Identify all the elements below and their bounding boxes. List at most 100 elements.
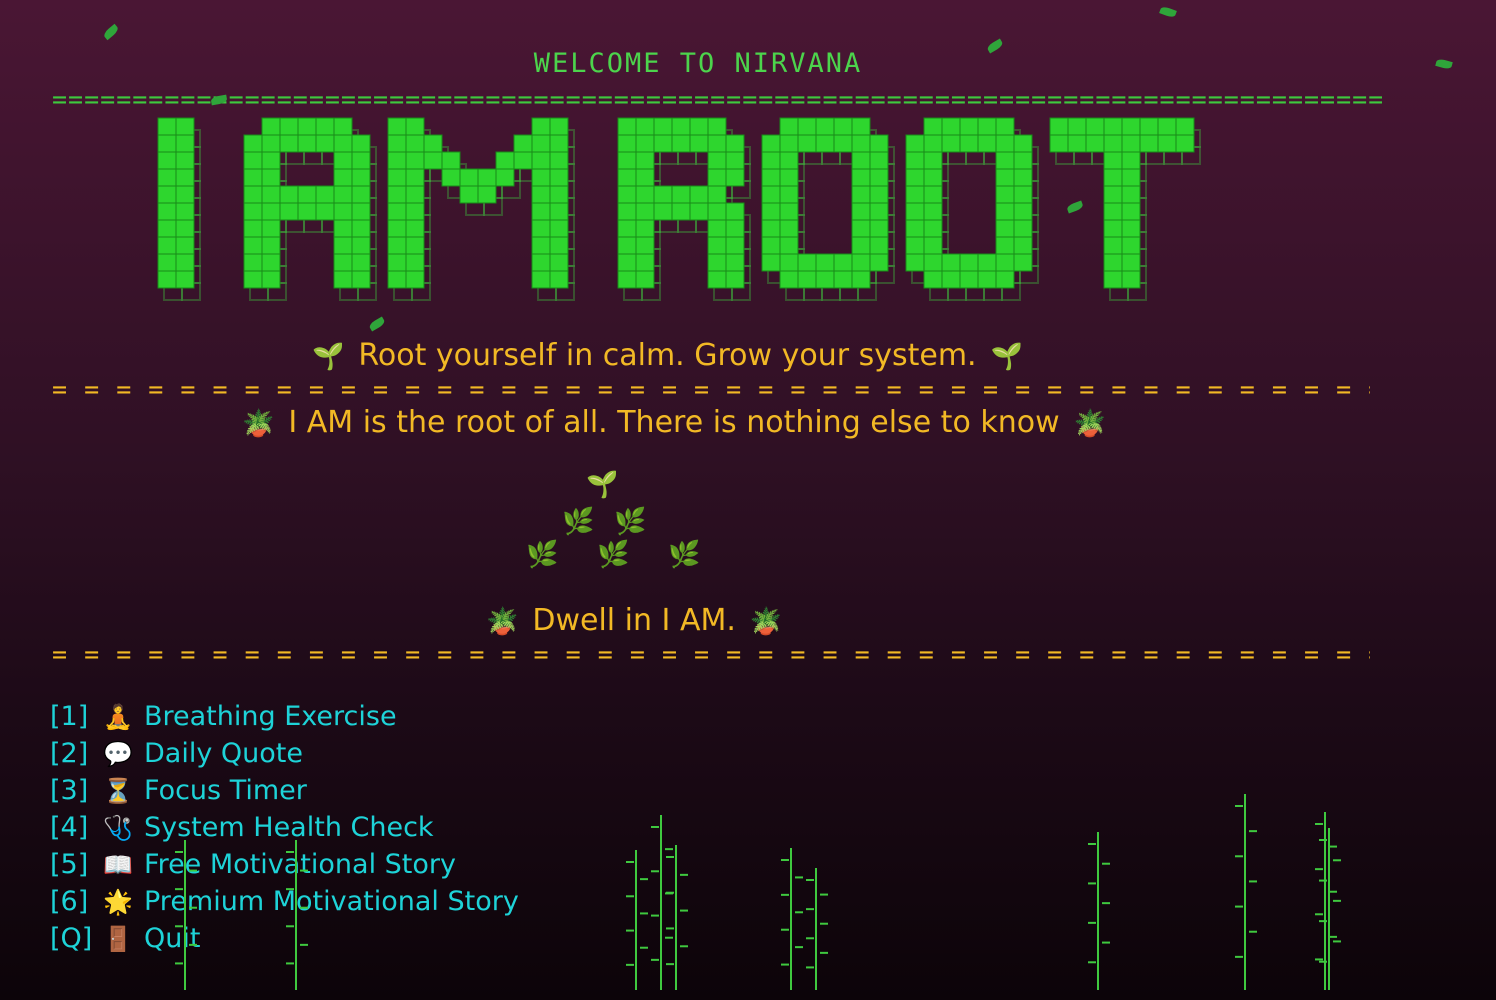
banner-block: [815, 253, 835, 272]
banner-block: [1103, 117, 1123, 136]
banner-block: [175, 219, 195, 238]
banner-block: [959, 117, 979, 136]
banner-block: [387, 134, 407, 153]
banner-block: [617, 219, 637, 238]
banner-block: [243, 151, 263, 170]
banner-block: [1121, 151, 1141, 170]
banner-block: [995, 151, 1015, 170]
banner-block: [477, 185, 497, 204]
banner-block: [387, 185, 407, 204]
banner-block: [261, 270, 281, 289]
menu-label: Daily Quote: [144, 738, 303, 769]
banner-block: [959, 253, 979, 272]
banner-block: [851, 202, 871, 221]
banner-block: [333, 270, 353, 289]
menu-item-breathing-exercise[interactable]: [1] 🧘 Breathing Exercise: [50, 698, 519, 735]
banner-block: [671, 185, 691, 204]
menu-label: Breathing Exercise: [144, 701, 397, 732]
banner-block: [1013, 236, 1033, 255]
banner-block: [1157, 117, 1177, 136]
banner-block: [315, 202, 335, 221]
banner-block: [405, 151, 425, 170]
banner-block: [923, 219, 943, 238]
banner-block: [707, 202, 727, 221]
banner-block: [617, 134, 637, 153]
banner-block: [1013, 202, 1033, 221]
banner-block: [923, 236, 943, 255]
banner-block: [351, 134, 371, 153]
banner-block: [725, 134, 745, 153]
banner-block: [351, 236, 371, 255]
banner-block: [995, 168, 1015, 187]
banner-block: [175, 202, 195, 221]
tagline-text: Dwell in I AM.: [532, 603, 736, 638]
banner-block: [905, 134, 925, 153]
banner-block: [923, 270, 943, 289]
banner-block: [779, 117, 799, 136]
banner-block: [351, 253, 371, 272]
banner-block: [779, 270, 799, 289]
banner-block: [333, 168, 353, 187]
banner-block: [243, 134, 263, 153]
banner-block: [851, 151, 871, 170]
banner-block: [261, 151, 281, 170]
banner-block: [1103, 236, 1123, 255]
banner-block: [315, 185, 335, 204]
banner-block: [549, 134, 569, 153]
banner-block: [1103, 168, 1123, 187]
menu-item-daily-quote[interactable]: [2] 💬 Daily Quote: [50, 735, 519, 772]
banner-block: [617, 117, 637, 136]
banner-block: [779, 185, 799, 204]
banner-block: [297, 185, 317, 204]
banner-block: [531, 236, 551, 255]
banner-block: [725, 168, 745, 187]
banner-block: [707, 185, 727, 204]
dashed-divider: = = = = = = = = = = = = = = = = = = = = …: [52, 377, 1370, 402]
potted-plant-icon: 🪴: [486, 607, 519, 637]
banner-block: [279, 117, 299, 136]
banner-block: [635, 236, 655, 255]
banner-block: [495, 168, 515, 187]
banner-block: [869, 151, 889, 170]
herb-icon: 🌿: [562, 507, 595, 537]
banner-block: [531, 117, 551, 136]
banner-block: [333, 219, 353, 238]
banner-block: [549, 253, 569, 272]
banner-block: [387, 202, 407, 221]
banner-block: [1157, 134, 1177, 153]
banner-block: [923, 168, 943, 187]
banner-block: [423, 151, 443, 170]
banner-block: [441, 151, 461, 170]
banner-block: [923, 117, 943, 136]
banner-block: [617, 236, 637, 255]
banner-block: [1103, 202, 1123, 221]
banner-block: [333, 134, 353, 153]
banner-block: [1175, 117, 1195, 136]
banner-block: [653, 117, 673, 136]
banner-block: [1013, 168, 1033, 187]
banner-block: [761, 151, 781, 170]
banner-block: [905, 253, 925, 272]
banner-block: [1103, 134, 1123, 153]
banner-block: [635, 168, 655, 187]
banner-block: [1103, 219, 1123, 238]
banner-block: [441, 168, 461, 187]
herb-icon: 🌿: [597, 540, 630, 570]
banner-block: [977, 253, 997, 272]
banner-block: [531, 168, 551, 187]
banner-block: [1103, 270, 1123, 289]
banner-block: [635, 270, 655, 289]
banner-block: [1013, 134, 1033, 153]
banner-block: [761, 202, 781, 221]
banner-block: [157, 117, 177, 136]
banner-block: [869, 202, 889, 221]
banner-block: [1121, 134, 1141, 153]
banner-block: [333, 236, 353, 255]
banner-block: [869, 185, 889, 204]
tagline-root-calm: 🌱 Root yourself in calm. Grow your system…: [298, 338, 1037, 373]
banner-block: [635, 202, 655, 221]
banner-block: [617, 253, 637, 272]
banner-block: [761, 236, 781, 255]
banner-block: [761, 253, 781, 272]
banner-block: [851, 185, 871, 204]
